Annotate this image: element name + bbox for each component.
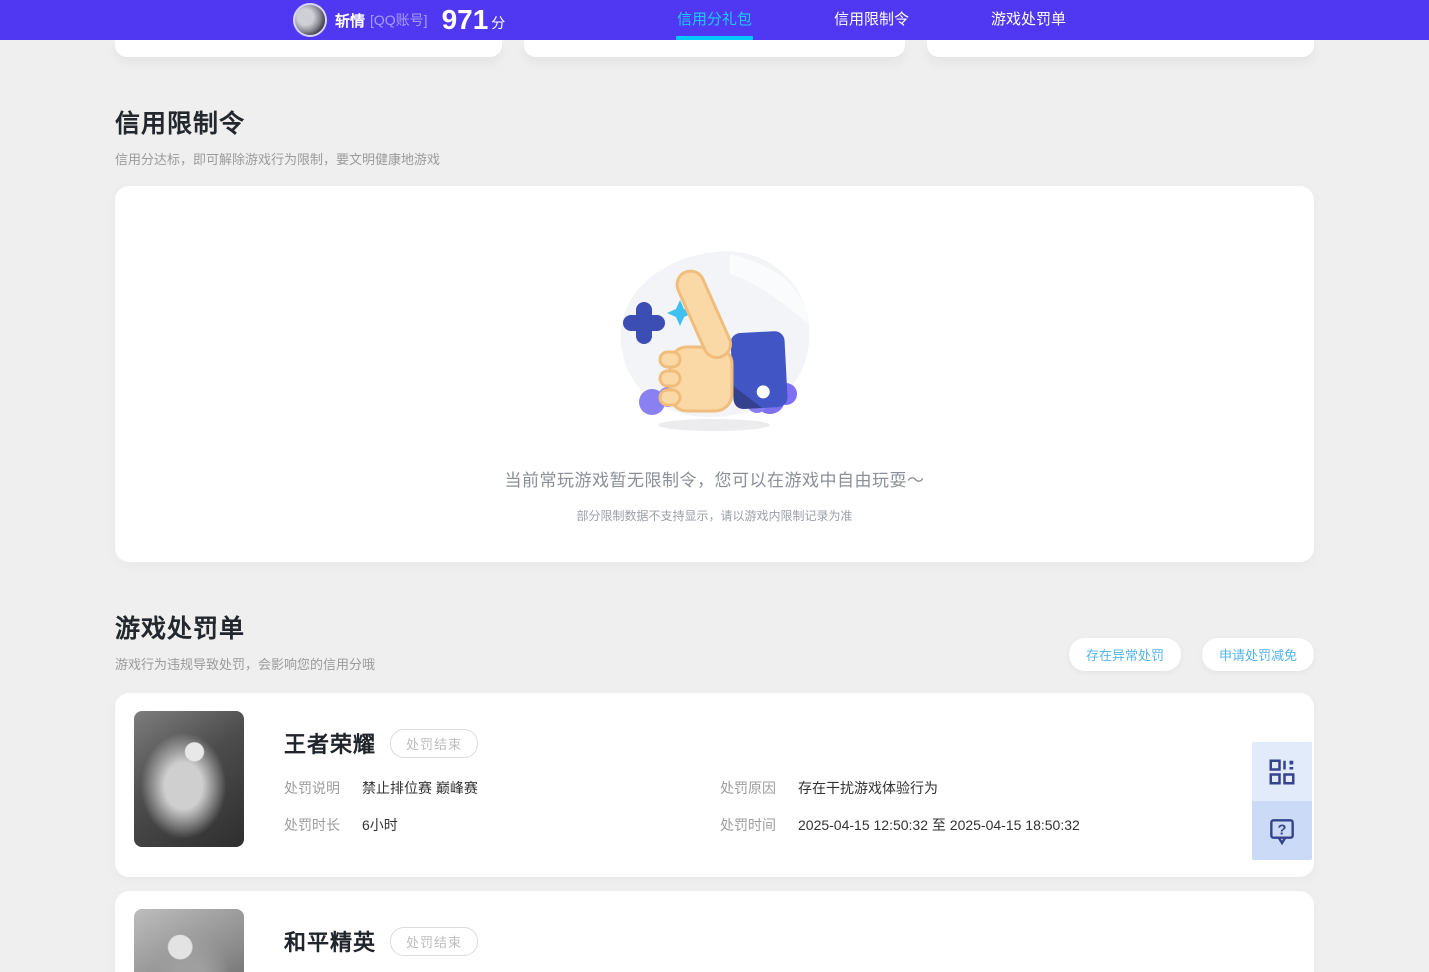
punishment-card: 和平精英 处罚结束 处罚说明封号 处罚原因使用非官方客户端进行游戏	[115, 891, 1314, 972]
credit-score-unit: 分	[491, 15, 506, 31]
detail-row: 处罚原因 存在干扰游戏体验行为	[720, 778, 1295, 798]
svg-text:?: ?	[1278, 822, 1287, 838]
punishment-section-title: 游戏处罚单	[115, 615, 246, 643]
partial-card	[115, 40, 502, 57]
detail-label: 处罚说明	[284, 780, 340, 796]
detail-label: 处罚时长	[284, 817, 340, 833]
punishment-relief-button[interactable]: 申请处罚减免	[1201, 638, 1314, 671]
partial-card	[524, 40, 905, 57]
help-icon: ?	[1270, 818, 1294, 845]
game-name: 和平精英	[284, 930, 377, 955]
qr-code-icon	[1269, 759, 1295, 784]
detail-value: 存在干扰游戏体验行为	[798, 780, 938, 796]
detail-value: 禁止排位赛 巅峰赛	[362, 780, 478, 796]
partial-card	[927, 40, 1314, 57]
restriction-empty-message: 当前常玩游戏暂无限制令，您可以在游戏中自由玩耍～	[504, 471, 925, 490]
detail-row: 处罚时间 2025-04-15 12:50:32 至 2025-04-15 18:…	[720, 815, 1295, 835]
status-badge: 处罚结束	[390, 926, 479, 956]
user-avatar[interactable]	[293, 3, 327, 37]
detail-value: 6小时	[362, 817, 398, 833]
punishment-section-subtitle: 游戏行为违规导致处罚，会影响您的信用分哦	[115, 657, 376, 672]
tab-credit-restriction[interactable]: 信用限制令	[834, 0, 909, 40]
status-badge: 处罚结束	[390, 728, 479, 758]
game-thumbnail-hpjy	[134, 909, 244, 972]
tab-credit-gift[interactable]: 信用分礼包	[675, 0, 754, 40]
detail-row: 处罚时长 6小时	[284, 815, 720, 835]
game-name: 王者荣耀	[284, 732, 377, 757]
punishment-card: 王者荣耀 处罚结束 处罚说明 禁止排位赛 巅峰赛 处罚原因 存在干扰游戏体验行为 处…	[115, 693, 1314, 877]
game-thumbnail-wzry	[134, 711, 244, 847]
help-button[interactable]: ?	[1252, 801, 1312, 860]
floating-button-stack: ?	[1252, 742, 1312, 860]
qr-code-button[interactable]	[1252, 742, 1312, 801]
thumbs-up-illustration	[620, 251, 809, 431]
username: 斩情	[335, 12, 366, 30]
detail-value: 2025-04-15 12:50:32 至 2025-04-15 18:50:3…	[798, 817, 1080, 833]
detail-label: 处罚时间	[720, 817, 776, 833]
restriction-section-header: 信用限制令 信用分达标，即可解除游戏行为限制，要文明健康地游戏	[115, 104, 1314, 168]
abnormal-punishment-button[interactable]: 存在异常处罚	[1068, 638, 1181, 671]
credit-score-value: 971	[441, 4, 489, 35]
punishment-section-header: 游戏处罚单 游戏行为违规导致处罚，会影响您的信用分哦 存在异常处罚 申请处罚减免	[115, 609, 1314, 673]
top-header-bar: 斩情 [QQ账号] 971 分 信用分礼包 信用限制令 游戏处罚单	[0, 0, 1429, 40]
restriction-empty-card: 当前常玩游戏暂无限制令，您可以在游戏中自由玩耍～ 部分限制数据不支持显示，请以游…	[115, 186, 1314, 562]
tab-game-punishment[interactable]: 游戏处罚单	[991, 0, 1066, 40]
restriction-section-subtitle: 信用分达标，即可解除游戏行为限制，要文明健康地游戏	[115, 152, 441, 167]
scrolled-cards-row	[115, 40, 1314, 57]
detail-row: 处罚说明 禁止排位赛 巅峰赛	[284, 778, 720, 798]
header-nav: 信用分礼包 信用限制令 游戏处罚单	[675, 0, 1066, 40]
restriction-section-title: 信用限制令	[115, 110, 246, 138]
detail-label: 处罚原因	[720, 780, 776, 796]
restriction-empty-note: 部分限制数据不支持显示，请以游戏内限制记录为准	[576, 509, 853, 523]
account-type-label: [QQ账号]	[370, 12, 428, 28]
